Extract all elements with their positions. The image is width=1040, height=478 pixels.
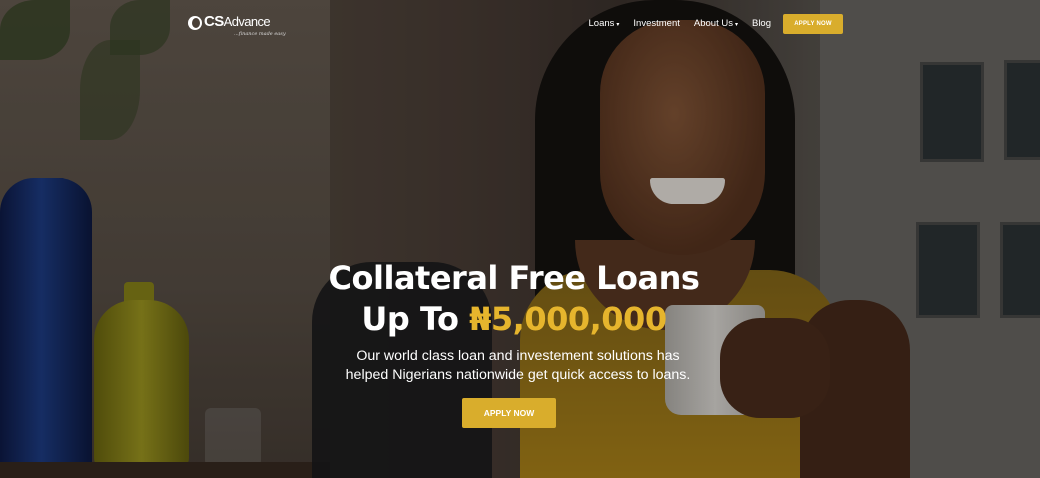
nav-apply-now-button[interactable]: APPLY NOW bbox=[783, 14, 843, 34]
subtitle-line2: helped Nigerians nationwide get quick ac… bbox=[345, 367, 691, 383]
subtitle-line1: Our world class loan and investement sol… bbox=[356, 348, 680, 364]
nav-item-label: Loans bbox=[588, 17, 615, 29]
top-navbar: CSAdvance ...finance made easy Loans ▾ In… bbox=[0, 0, 1040, 46]
headline-line2-prefix: Up To bbox=[361, 300, 470, 338]
nav-item-label: Investment bbox=[633, 18, 680, 29]
nav-item-blog[interactable]: Blog bbox=[752, 15, 771, 33]
brand-name: CSAdvance bbox=[204, 13, 271, 30]
hero-apply-now-button[interactable]: APPLY NOW bbox=[462, 398, 556, 428]
chevron-down-icon: ▾ bbox=[734, 21, 738, 28]
logo-mark-icon bbox=[188, 16, 202, 30]
hero-headline: Collateral Free Loans Up To ₦5,000,000 bbox=[0, 258, 1028, 340]
main-menu: Loans ▾ Investment About Us ▾ Blog APPLY N… bbox=[575, 14, 843, 34]
nav-item-about-us[interactable]: About Us ▾ bbox=[694, 15, 738, 34]
nav-item-label: About Us bbox=[693, 17, 733, 29]
hero-section: CSAdvance ...finance made easy Loans ▾ In… bbox=[0, 0, 1040, 478]
nav-item-investment[interactable]: Investment bbox=[633, 15, 679, 33]
hero-subtitle: Our world class loan and investement sol… bbox=[0, 347, 1036, 385]
nav-item-loans[interactable]: Loans ▾ bbox=[589, 15, 620, 34]
chevron-down-icon: ▾ bbox=[616, 21, 620, 28]
loan-amount: ₦5,000,000 bbox=[469, 300, 667, 338]
brand-logo[interactable]: CSAdvance ...finance made easy bbox=[188, 13, 286, 37]
nav-item-label: Blog bbox=[751, 18, 771, 29]
brand-tagline: ...finance made easy bbox=[234, 31, 286, 37]
headline-line1: Collateral Free Loans bbox=[328, 259, 700, 297]
